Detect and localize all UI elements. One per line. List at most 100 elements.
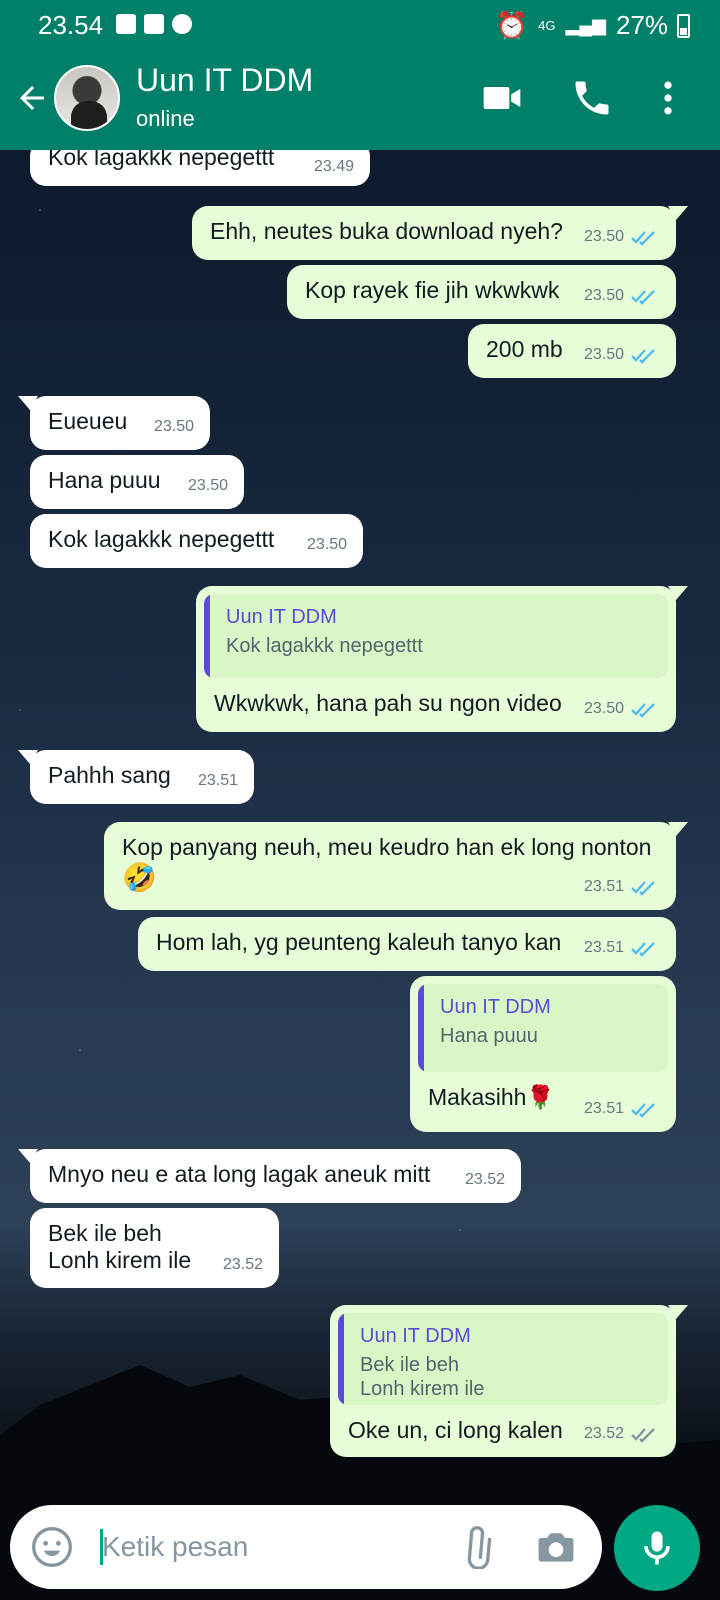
message-text: 200 mb xyxy=(486,336,563,362)
message-time: 23.52 xyxy=(222,1256,263,1273)
message-time: 23.52 xyxy=(464,1171,505,1188)
message-incoming[interactable]: Pahhh sang 23.51 xyxy=(18,750,254,804)
read-ticks-icon xyxy=(631,702,655,718)
status-right: ⏰ 4G ▂▄▆ 27% xyxy=(496,10,668,41)
message-text: Kok lagakkk nepegettt xyxy=(48,526,275,552)
contact-name[interactable]: Uun IT DDM xyxy=(136,62,313,99)
message-time: 23.52 xyxy=(583,1425,624,1442)
message-outgoing[interactable]: Hom lah, yg peunteng kaleuh tanyo kan 23… xyxy=(138,917,676,971)
read-ticks-icon xyxy=(631,348,655,364)
quoted-message[interactable]: Uun IT DDM Bek ile beh Lonh kirem ile xyxy=(338,1313,668,1405)
message-time: 23.50 xyxy=(583,700,624,717)
read-ticks-icon xyxy=(631,941,655,957)
more-options-icon[interactable] xyxy=(646,76,690,120)
message-text: Pahhh sang xyxy=(48,762,171,788)
message-text: Wkwkwk, hana pah su ngon video xyxy=(214,690,562,716)
message-meta: 23.52 xyxy=(584,1420,660,1447)
message-composer xyxy=(0,1495,720,1600)
gallery-icon xyxy=(116,14,136,34)
read-ticks-icon xyxy=(631,289,655,305)
quoted-author: Uun IT DDM xyxy=(360,1325,471,1347)
message-meta: 23.50 xyxy=(584,341,660,368)
message-outgoing-reply[interactable]: Uun IT DDM Hana puuu Makasihh🌹 23.51 xyxy=(410,976,676,1132)
battery-icon xyxy=(677,14,690,38)
quoted-author: Uun IT DDM xyxy=(226,606,337,628)
contact-avatar[interactable] xyxy=(54,65,120,131)
message-outgoing[interactable]: Kop panyang neuh, meu keudro han ek long… xyxy=(104,822,688,910)
quoted-text: Kok lagakkk nepegettt xyxy=(226,635,423,657)
message-text: Kop panyang neuh, meu keudro han ek long… xyxy=(122,834,652,860)
chat-header: Uun IT DDM online xyxy=(0,52,720,150)
message-outgoing-reply[interactable]: Uun IT DDM Kok lagakkk nepegettt Wkwkwk,… xyxy=(196,586,688,732)
quoted-author: Uun IT DDM xyxy=(440,996,551,1018)
message-outgoing[interactable]: Kop rayek fie jih wkwkwk 23.50 xyxy=(287,265,676,319)
chat-area[interactable]: Kok lagakkk nepegettt 23.49 Ehh, neutes … xyxy=(0,150,720,1495)
quoted-text: Hana puuu xyxy=(440,1025,538,1047)
message-time: 23.51 xyxy=(583,878,624,895)
phone-call-icon[interactable] xyxy=(570,76,614,120)
delivered-ticks-icon xyxy=(631,1427,655,1443)
input-pill[interactable] xyxy=(10,1505,602,1589)
message-time: 23.50 xyxy=(187,477,228,494)
message-time: 23.50 xyxy=(306,536,347,553)
message-meta: 23.50 xyxy=(584,282,660,309)
message-outgoing[interactable]: Ehh, neutes buka download nyeh? 23.50 xyxy=(192,206,688,260)
message-time: 23.50 xyxy=(583,228,624,245)
bubble-tail xyxy=(18,396,38,410)
youtube-icon xyxy=(144,14,164,34)
contact-status: online xyxy=(136,106,195,131)
message-incoming[interactable]: Hana puuu 23.50 xyxy=(30,455,244,509)
message-text: Bek ile beh Lonh kirem ile xyxy=(48,1220,192,1273)
status-time: 23.54 xyxy=(38,10,104,40)
bubble-tail xyxy=(18,1149,38,1163)
message-meta: 23.50 xyxy=(584,695,660,722)
timer-icon xyxy=(172,14,192,34)
message-time: 23.50 xyxy=(583,346,624,363)
message-text: Ehh, neutes buka download nyeh? xyxy=(210,218,563,244)
message-time: 23.50 xyxy=(153,418,194,435)
message-text: Mnyo neu e ata long lagak aneuk mitt xyxy=(48,1161,431,1187)
network-type: 4G xyxy=(538,18,556,33)
message-time: 23.51 xyxy=(197,772,238,789)
message-text: Hana puuu xyxy=(48,467,161,493)
alarm-icon: ⏰ xyxy=(495,10,529,40)
message-text: Hom lah, yg peunteng kaleuh tanyo kan xyxy=(156,929,562,955)
message-outgoing-reply[interactable]: Uun IT DDM Bek ile beh Lonh kirem ile Ok… xyxy=(330,1305,688,1457)
message-incoming[interactable]: Kok lagakkk nepegettt 23.49 xyxy=(30,150,370,186)
message-time: 23.51 xyxy=(583,939,624,956)
message-input[interactable] xyxy=(102,1527,442,1567)
signal-icon: ▂▄▆ xyxy=(565,15,606,35)
quoted-text: Bek ile beh Lonh kirem ile xyxy=(360,1354,485,1400)
quoted-message[interactable]: Uun IT DDM Kok lagakkk nepegettt xyxy=(204,594,668,678)
bubble-tail xyxy=(668,586,688,600)
message-meta: 23.51 xyxy=(584,873,660,900)
message-incoming[interactable]: Kok lagakkk nepegettt 23.50 xyxy=(30,514,363,568)
message-time: 23.50 xyxy=(583,287,624,304)
message-meta: 23.51 xyxy=(584,1095,660,1122)
notification-icons xyxy=(116,14,192,34)
message-meta: 23.50 xyxy=(584,223,660,250)
message-time: 23.49 xyxy=(313,158,354,175)
message-incoming[interactable]: Bek ile beh Lonh kirem ile 23.52 xyxy=(30,1208,279,1288)
message-meta: 23.51 xyxy=(584,934,660,961)
voice-record-button[interactable] xyxy=(614,1505,700,1591)
message-text: Eueueu xyxy=(48,408,128,434)
battery-percent: 27% xyxy=(615,10,668,40)
message-outgoing[interactable]: 200 mb 23.50 xyxy=(468,324,676,378)
video-call-icon[interactable] xyxy=(480,76,524,120)
attachment-icon[interactable] xyxy=(458,1525,502,1569)
microphone-icon xyxy=(644,1531,670,1565)
message-text: Kop rayek fie jih wkwkwk xyxy=(305,277,560,303)
emoji-icon[interactable] xyxy=(30,1525,74,1569)
message-text: Oke un, ci long kalen xyxy=(348,1417,563,1443)
quoted-message[interactable]: Uun IT DDM Hana puuu xyxy=(418,984,668,1072)
message-time: 23.51 xyxy=(583,1100,624,1117)
back-arrow-icon[interactable] xyxy=(14,80,50,116)
message-incoming[interactable]: Mnyo neu e ata long lagak aneuk mitt 23.… xyxy=(18,1149,521,1203)
bubble-tail xyxy=(668,206,688,220)
message-incoming[interactable]: Eueueu 23.50 xyxy=(18,396,210,450)
read-ticks-icon xyxy=(631,230,655,246)
read-ticks-icon xyxy=(631,1102,655,1118)
camera-icon[interactable] xyxy=(534,1525,578,1569)
message-text: Makasihh🌹 xyxy=(428,1084,556,1110)
